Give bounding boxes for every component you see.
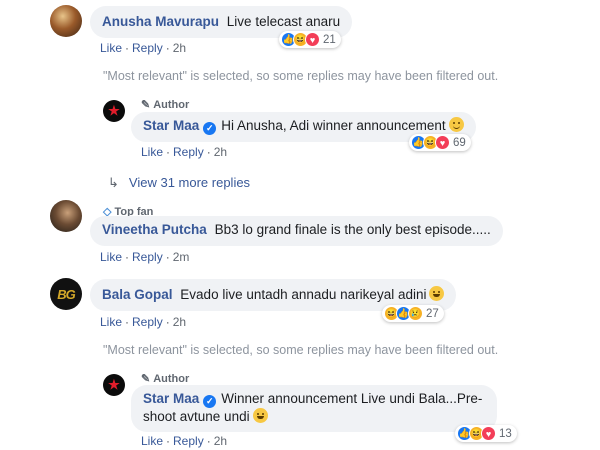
sad-reaction-icon: 😢 — [408, 306, 423, 321]
filtered-notice: "Most relevant" is selected, so some rep… — [103, 343, 499, 357]
comment-bubble: Vineetha Putcha Bb3 lo grand finale is t… — [90, 216, 503, 246]
avatar-bala-gopal[interactable]: BG — [50, 278, 82, 310]
timestamp[interactable]: 2m — [173, 250, 190, 264]
smile-emoji-icon — [448, 117, 464, 132]
reply-bubble: Star Maa ✓ Winner announcement Live undi B… — [131, 385, 497, 432]
reaction-count: 13 — [499, 427, 512, 440]
author-badge: ✎ Author — [141, 99, 190, 111]
reaction-summary[interactable]: 👍 😆 ♥ 69 — [409, 134, 471, 151]
verified-badge-icon: ✓ — [203, 395, 217, 408]
reply-button[interactable]: Reply — [173, 145, 204, 159]
comment-text-line-1: Winner announcement Live undi Bala...Pre… — [221, 391, 483, 406]
comment-text-line-2: shoot avtune undi — [143, 409, 250, 424]
commenter-name[interactable]: Bala Gopal — [102, 287, 173, 302]
timestamp[interactable]: 2h — [214, 434, 227, 448]
love-reaction-icon: ♥ — [435, 135, 450, 150]
like-button[interactable]: Like — [100, 315, 122, 329]
like-button[interactable]: Like — [100, 41, 122, 55]
timestamp[interactable]: 2h — [173, 41, 186, 55]
avatar-star-maa[interactable]: ★ — [103, 374, 125, 396]
comment-text: Hi Anusha, Adi winner announcement — [221, 118, 446, 133]
verified-badge-icon: ✓ — [203, 122, 217, 135]
love-reaction-icon: ♥ — [481, 426, 496, 441]
author-badge: ✎ Author — [141, 373, 190, 385]
filtered-notice: "Most relevant" is selected, so some rep… — [103, 69, 499, 83]
commenter-name[interactable]: Anusha Mavurapu — [102, 14, 219, 29]
reaction-summary[interactable]: 😆 👍 😢 27 — [382, 305, 444, 322]
laughing-emoji-icon — [429, 286, 445, 301]
like-button[interactable]: Like — [141, 434, 163, 448]
reaction-count: 69 — [453, 136, 466, 149]
like-button[interactable]: Like — [100, 250, 122, 264]
comment-text: Bb3 lo grand finale is the only best epi… — [214, 222, 491, 237]
laughing-emoji-icon — [252, 408, 268, 423]
avatar-anusha[interactable] — [50, 5, 82, 37]
reaction-count: 27 — [426, 307, 439, 320]
comment-text: Live telecast anaru — [226, 14, 341, 29]
reaction-summary[interactable]: 👍 😆 ♥ 21 — [279, 31, 341, 48]
comment-actions: Like · Reply · 2h — [141, 434, 228, 448]
reply-button[interactable]: Reply — [173, 434, 204, 448]
view-more-replies-link[interactable]: ↳ View 31 more replies — [108, 175, 250, 191]
comment-actions: Like · Reply · 2m — [100, 250, 190, 264]
reply-button[interactable]: Reply — [132, 41, 163, 55]
pencil-icon: ✎ — [141, 373, 151, 385]
commenter-name[interactable]: Vineetha Putcha — [102, 222, 207, 237]
commenter-name[interactable]: Star Maa — [143, 391, 199, 406]
love-reaction-icon: ♥ — [305, 32, 320, 47]
reply-button[interactable]: Reply — [132, 315, 163, 329]
timestamp[interactable]: 2h — [214, 145, 227, 159]
like-button[interactable]: Like — [141, 145, 163, 159]
comment-actions: Like · Reply · 2h — [100, 315, 187, 329]
comment-actions: Like · Reply · 2h — [141, 145, 228, 159]
avatar-star-maa[interactable]: ★ — [103, 100, 125, 122]
timestamp[interactable]: 2h — [173, 315, 186, 329]
reply-button[interactable]: Reply — [132, 250, 163, 264]
reaction-count: 21 — [323, 33, 336, 46]
commenter-name[interactable]: Star Maa — [143, 118, 199, 133]
comment-text: Evado live untadh annadu narikeyal adini — [180, 287, 427, 302]
reaction-summary[interactable]: 👍 😆 ♥ 13 — [455, 425, 517, 442]
comment-actions: Like · Reply · 2h — [100, 41, 187, 55]
avatar-vineetha[interactable] — [50, 200, 82, 232]
pencil-icon: ✎ — [141, 99, 151, 111]
reply-arrow-icon: ↳ — [108, 175, 119, 190]
